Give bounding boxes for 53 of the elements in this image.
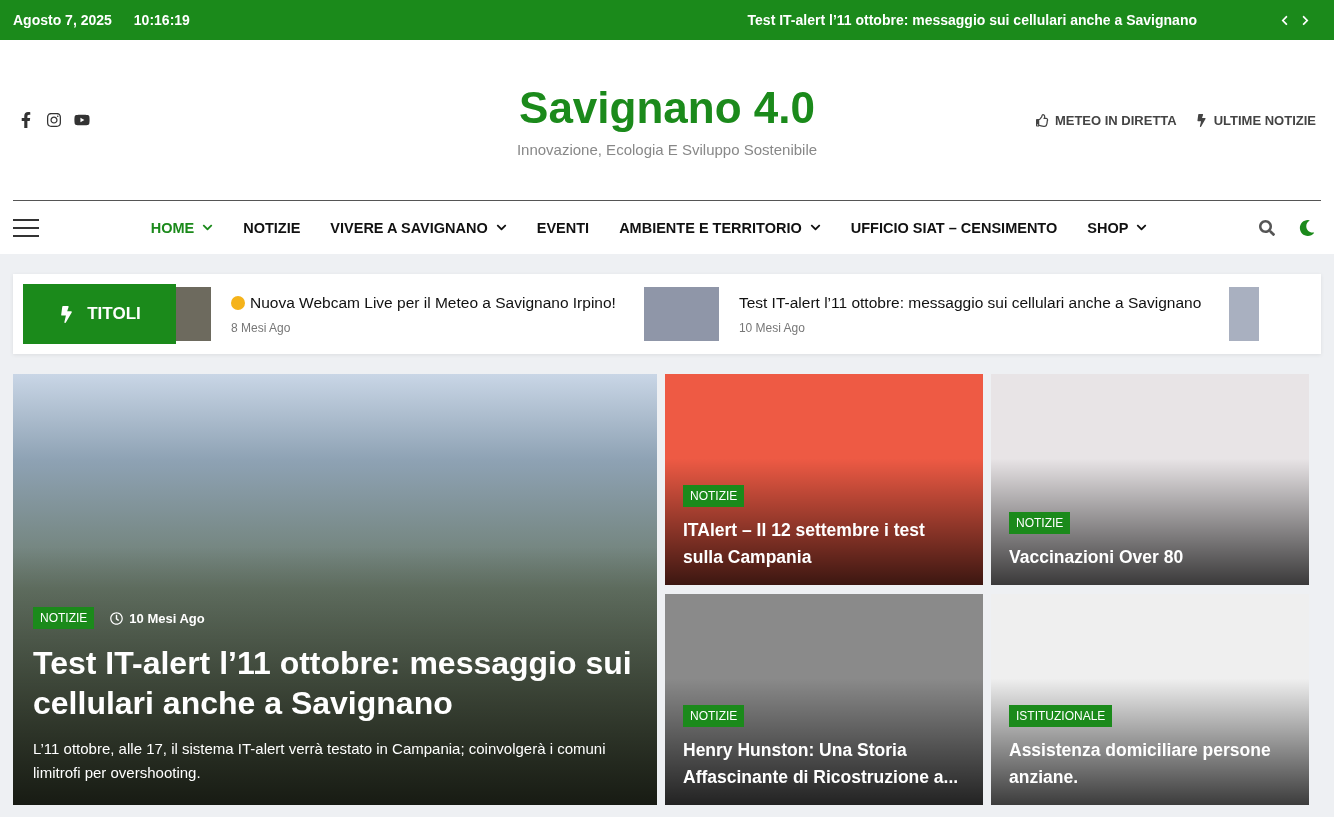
featured-card[interactable]	[13, 374, 657, 805]
site-title[interactable]: Savignano 4.0	[318, 82, 1016, 133]
article-excerpt: L’11 ottobre, alle 17, il sistema IT-alert verrà testato in Campania; coinvolgerà i comuni limitrofi per overshooting.	[33, 739, 607, 783]
article-title[interactable]: ITAlert – Il 12 settembre i test sulla Campania	[683, 516, 965, 571]
date-text: Agosto 7, 2025	[13, 12, 112, 28]
nav-item[interactable]: NOTIZIE	[243, 219, 301, 236]
ticker-headline[interactable]: Nuova Webcam Live per il Meteo a Savignano Irpino!	[231, 293, 616, 312]
category-tag[interactable]: NOTIZIE	[683, 484, 745, 507]
instagram-icon[interactable]	[46, 112, 62, 128]
category-tag[interactable]: NOTIZIE	[683, 704, 745, 727]
sun-icon	[231, 295, 245, 310]
clock-icon	[110, 611, 124, 625]
lightning-icon	[1194, 113, 1208, 127]
ticker-label: TITOLI	[23, 284, 176, 344]
chevron-down-icon	[202, 222, 214, 233]
category-tag[interactable]: NOTIZIE	[33, 607, 95, 629]
headline-link[interactable]: Test IT-alert l’11 ottobre: messaggio sui cellulari anche a Savignano	[747, 12, 1197, 28]
ticker-headline[interactable]: Test IT-alert l’11 ottobre: messaggio sui cellulari anche a Savignano	[738, 293, 1202, 312]
article-title[interactable]: Vaccinazioni Over 80	[1009, 543, 1184, 571]
article-card[interactable]: ISTITUZIONALE Assistenza domiciliare persone anziane.	[991, 594, 1309, 805]
article-card[interactable]: NOTIZIE ITAlert – Il 12 settembre i test sulla Campania	[665, 374, 983, 585]
nav-item[interactable]: VIVERE A SAVIGNANO	[330, 219, 507, 236]
chevron-down-icon	[809, 222, 821, 233]
previous-icon[interactable]	[1279, 14, 1290, 26]
chevron-down-icon	[495, 222, 507, 233]
time-text: 10 Mesi Ago	[738, 320, 806, 335]
category-tag[interactable]: NOTIZIE	[1009, 511, 1071, 534]
category-tag[interactable]: ISTITUZIONALE	[1009, 704, 1113, 727]
site-tagline: Innovazione, Ecologia E Sviluppo Sostenibile	[515, 140, 819, 158]
next-icon[interactable]	[1300, 14, 1311, 26]
time-text: 10 Mesi Ago	[110, 610, 205, 626]
nav-item[interactable]: AMBIENTE E TERRITORIO	[619, 219, 821, 236]
time-text: 8 Mesi Ago	[231, 320, 292, 335]
nav-item[interactable]: SHOP	[1087, 219, 1148, 236]
article-title[interactable]: Henry Hunston: Una Storia Affascinante di Ricostruzione a...	[683, 736, 965, 791]
nav-item[interactable]: UFFICIO SIAT – CENSIMENTO	[850, 219, 1058, 236]
chevron-down-icon	[1136, 222, 1148, 233]
article-card[interactable]: NOTIZIE Henry Hunston: Una Storia Affascinante di Ricostruzione a...	[665, 594, 983, 805]
photo-placeholder	[176, 287, 211, 341]
nav-item[interactable]: EVENTI	[536, 219, 590, 236]
article-card[interactable]: NOTIZIE Vaccinazioni Over 80	[991, 374, 1309, 585]
header-link[interactable]: METEO IN DIRETTA	[1035, 112, 1177, 128]
time-text: 10:16:19	[133, 12, 190, 28]
nav-item[interactable]: HOME	[150, 219, 214, 236]
article-title[interactable]: Test IT-alert l’11 ottobre: messaggio sui cellulari anche a Savignano	[33, 643, 637, 723]
menu-icon[interactable]	[13, 218, 39, 237]
header-link[interactable]: ULTIME NOTIZIE	[1194, 112, 1316, 128]
youtube-icon[interactable]	[74, 112, 90, 128]
article-title[interactable]: Assistenza domiciliare persone anziane.	[1009, 736, 1291, 791]
photo-placeholder	[1229, 287, 1260, 341]
search-icon[interactable]	[1259, 219, 1275, 236]
moon-icon[interactable]	[1299, 219, 1315, 236]
thumbs-up-icon	[1035, 113, 1049, 127]
